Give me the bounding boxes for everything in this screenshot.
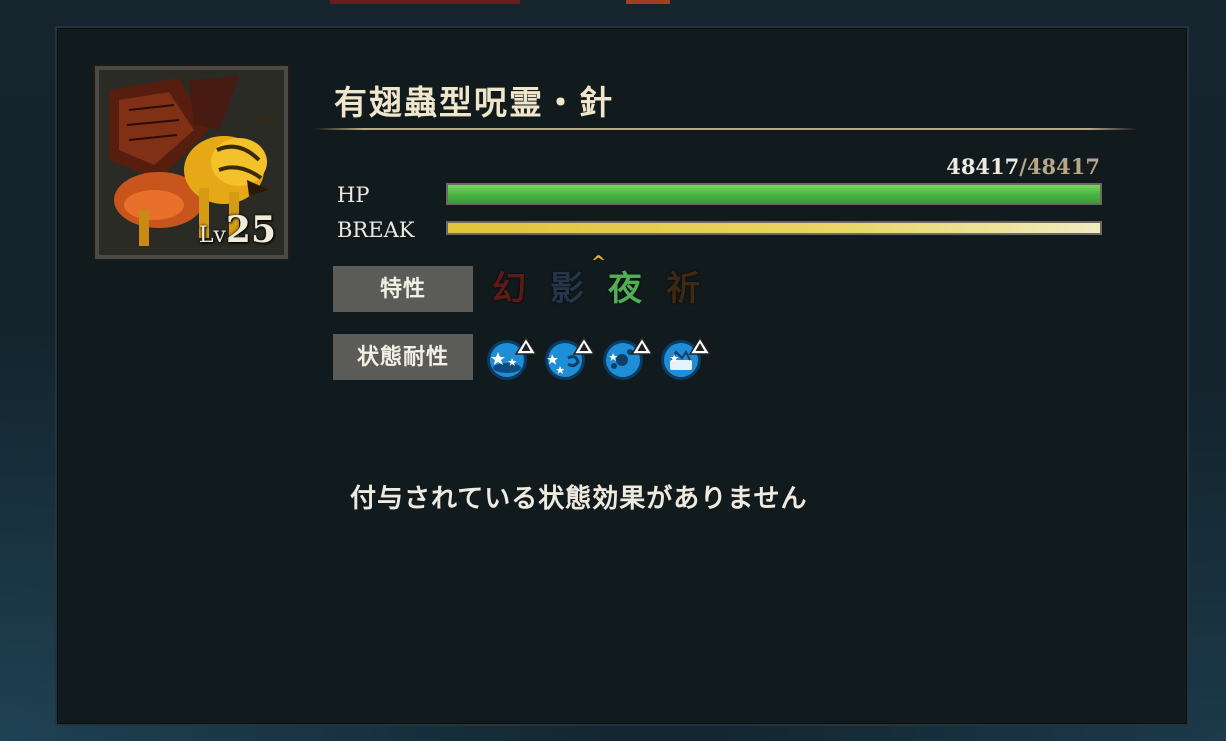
phantom-trait-icon[interactable]: 幻 [486, 266, 532, 312]
level-prefix: Lv [198, 223, 226, 248]
night-trait-icon[interactable]: 夜 [602, 266, 648, 312]
hp-separator: / [1019, 154, 1027, 179]
break-bar-fill [448, 223, 1100, 233]
break-label: BREAK [337, 218, 415, 242]
hp-bar [446, 183, 1102, 205]
poison-resist-icon[interactable] [602, 336, 654, 380]
break-bar [446, 221, 1102, 235]
resistances-label: 状態耐性 [333, 334, 473, 380]
hp-values: 48417/48417 [900, 154, 1100, 179]
top-accent [330, 0, 520, 4]
seal-resist-icon[interactable] [660, 336, 712, 380]
prayer-trait-icon[interactable]: 祈 [660, 266, 706, 312]
dizzy-resist-icon[interactable] [544, 336, 596, 380]
hp-bar-fill [448, 185, 1100, 203]
status-effects-empty-message: 付与されている状態効果がありません [350, 484, 808, 514]
enemy-level: Lv25 [199, 209, 276, 251]
hp-label: HP [337, 183, 370, 207]
level-number: 25 [225, 209, 276, 251]
name-divider [314, 128, 1138, 130]
hp-current: 48417 [946, 154, 1020, 179]
shadow-trait-icon[interactable]: 影 [544, 266, 590, 312]
top-accent-secondary [626, 0, 670, 4]
hp-max: 48417 [1026, 154, 1100, 179]
traits-label: 特性 [333, 266, 473, 312]
enemy-portrait: Lv25 [93, 64, 290, 261]
enemy-name: 有翅蟲型呪霊・針 [334, 83, 614, 122]
stun-resist-icon[interactable] [486, 336, 538, 380]
